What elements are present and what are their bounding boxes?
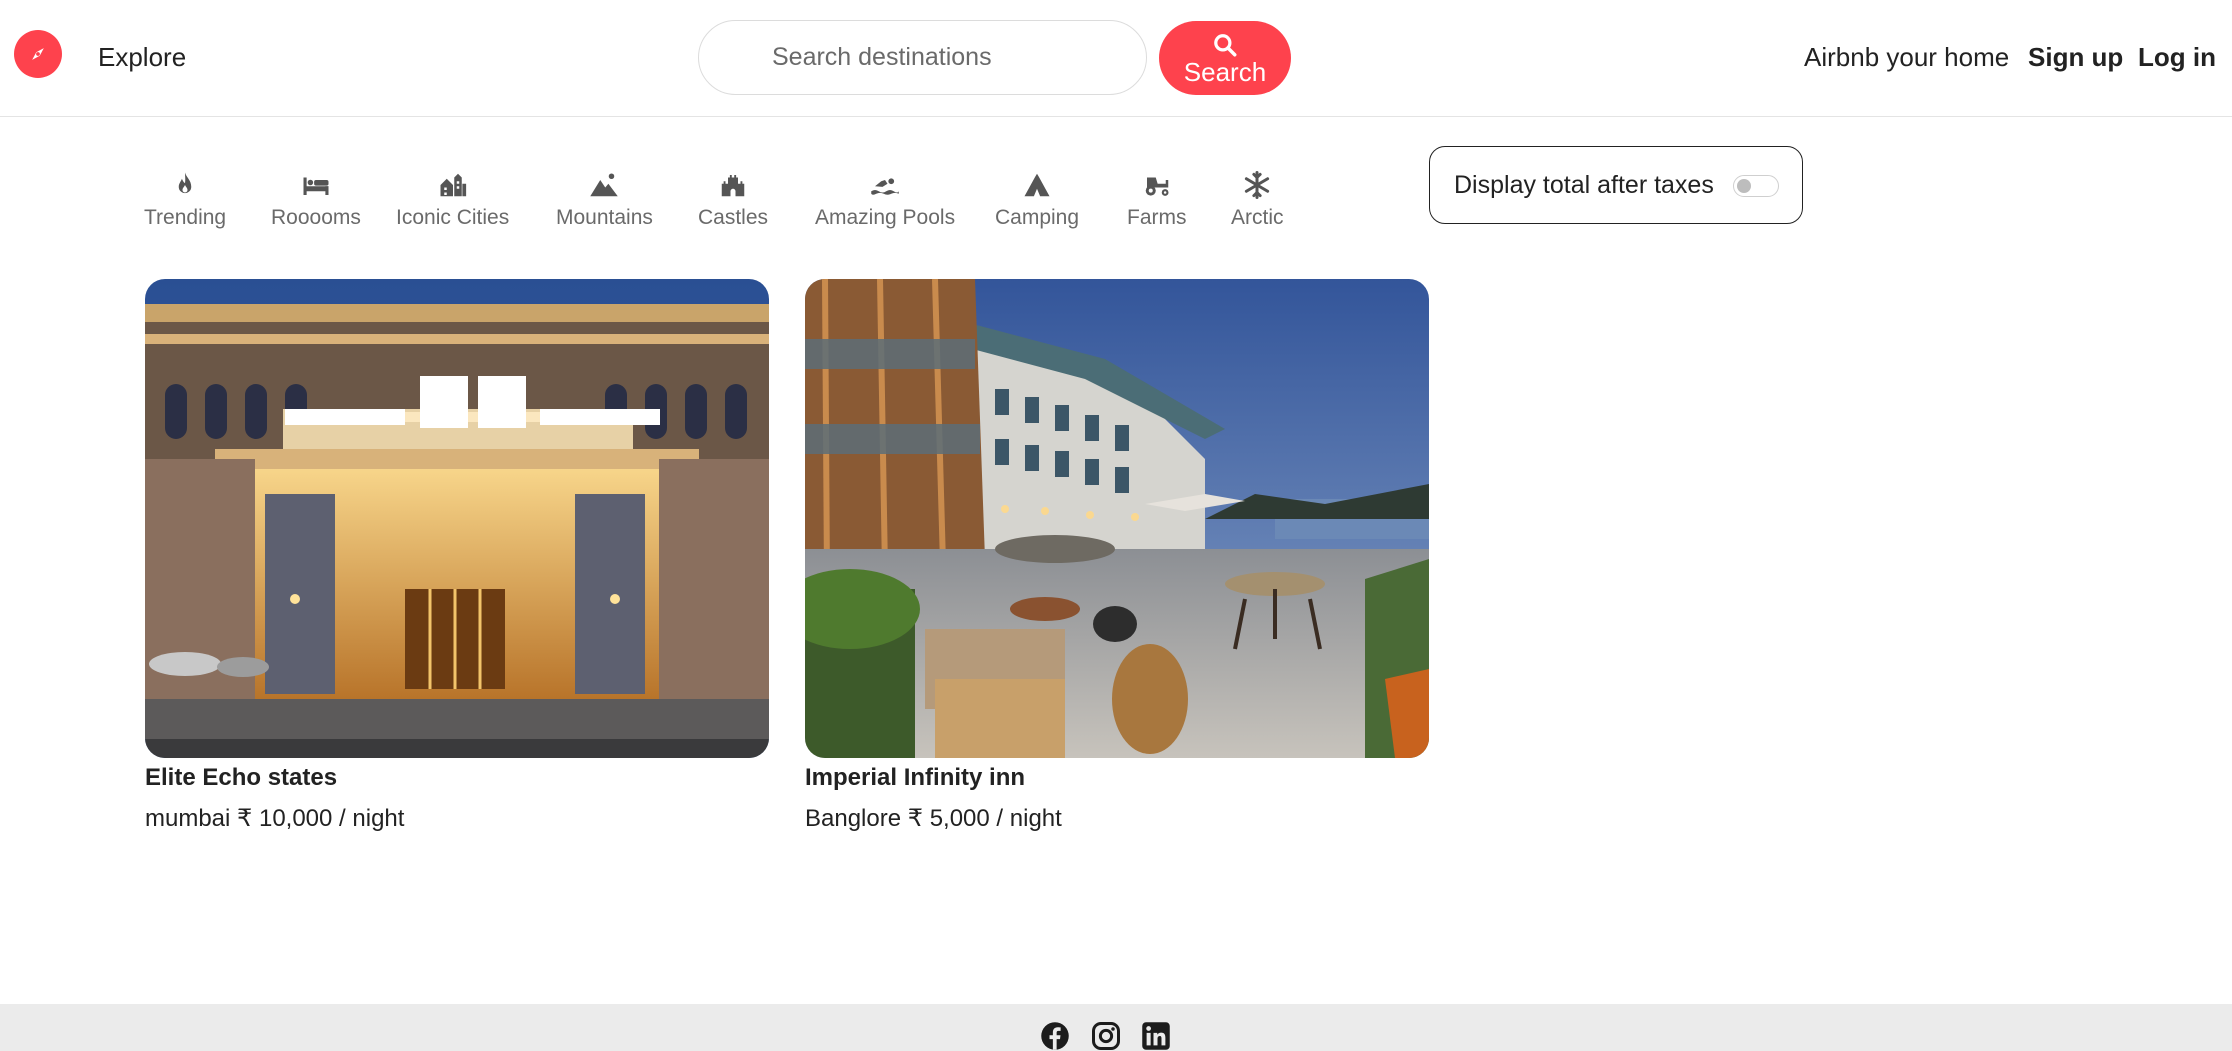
filter-castles[interactable]: Castles bbox=[698, 170, 768, 230]
mountain-icon bbox=[590, 173, 619, 197]
listing-price-unit: / night bbox=[339, 805, 405, 832]
listing-location: Banglore bbox=[805, 805, 902, 832]
filter-amazing-pools[interactable]: Amazing Pools bbox=[815, 170, 955, 230]
filter-label: Rooooms bbox=[271, 206, 361, 229]
facebook-link[interactable] bbox=[1040, 1021, 1070, 1051]
fire-icon bbox=[178, 172, 192, 194]
filter-label: Castles bbox=[698, 206, 769, 229]
listing-price: ₹ 5,000 bbox=[907, 805, 990, 832]
search-button-label: Search bbox=[1183, 57, 1267, 87]
listing-image-hotel-entrance[interactable] bbox=[145, 279, 769, 758]
listing-title[interactable]: Imperial Infinity inn bbox=[805, 764, 1429, 792]
footer bbox=[0, 1004, 2232, 1051]
tractor-icon bbox=[1145, 177, 1169, 196]
listing-card[interactable]: Elite Echo states mumbai ₹ 10,000 / nigh… bbox=[145, 279, 769, 833]
listing-image-terrace[interactable] bbox=[805, 279, 1429, 758]
listing-price-line: Banglore ₹ 5,000 / night bbox=[805, 804, 1429, 833]
instagram-link[interactable] bbox=[1091, 1021, 1121, 1051]
explore-link[interactable]: Explore bbox=[98, 42, 186, 73]
search-input[interactable]: Search destinations bbox=[698, 20, 1147, 95]
filter-farms[interactable]: Farms bbox=[1127, 170, 1187, 230]
tax-toggle-box[interactable]: Display total after taxes bbox=[1429, 146, 1803, 224]
filter-label: Camping bbox=[995, 206, 1080, 229]
filter-arctic[interactable]: Arctic bbox=[1231, 170, 1284, 230]
signup-link[interactable]: Sign up bbox=[2028, 42, 2123, 73]
listing-location: mumbai bbox=[145, 805, 231, 832]
compass-icon bbox=[32, 48, 44, 60]
filter-mountains[interactable]: Mountains bbox=[556, 170, 653, 230]
listing-price-unit: / night bbox=[996, 805, 1062, 832]
search-button[interactable]: Search bbox=[1159, 21, 1291, 95]
navbar: Explore Search destinations Search Airbn… bbox=[0, 0, 2232, 117]
listing-price: ₹ 10,000 bbox=[237, 805, 333, 832]
login-link[interactable]: Log in bbox=[2138, 42, 2216, 73]
listing-price-line: mumbai ₹ 10,000 / night bbox=[145, 804, 769, 833]
filter-label: Farms bbox=[1127, 206, 1187, 229]
airbnb-your-home-link[interactable]: Airbnb your home bbox=[1804, 42, 2009, 73]
filter-camping[interactable]: Camping bbox=[995, 170, 1079, 230]
listing-card[interactable]: Imperial Infinity inn Banglore ₹ 5,000 /… bbox=[805, 279, 1429, 833]
instagram-icon bbox=[1092, 1022, 1120, 1050]
castle-icon bbox=[721, 175, 745, 197]
bed-icon bbox=[303, 177, 329, 195]
tax-toggle-label: Display total after taxes bbox=[1454, 170, 1714, 199]
filter-label: Iconic Cities bbox=[396, 206, 510, 229]
filter-label: Arctic bbox=[1231, 206, 1284, 229]
snowflake-icon bbox=[1245, 171, 1270, 199]
search-icon bbox=[1214, 34, 1237, 57]
filter-label: Mountains bbox=[556, 206, 653, 229]
compass-logo-icon[interactable] bbox=[14, 30, 62, 78]
filter-label: Trending bbox=[144, 206, 227, 229]
filter-iconic-cities[interactable]: Iconic Cities bbox=[396, 170, 509, 230]
filter-label: Amazing Pools bbox=[815, 206, 956, 229]
filter-rooms[interactable]: Rooooms bbox=[271, 170, 361, 230]
toggle-knob bbox=[1737, 179, 1751, 193]
hotel-entrance-image bbox=[145, 279, 769, 758]
city-icon bbox=[440, 173, 466, 197]
tax-toggle-switch[interactable] bbox=[1733, 175, 1779, 197]
filter-trending[interactable]: Trending bbox=[144, 170, 226, 230]
facebook-icon bbox=[1041, 1022, 1069, 1050]
linkedin-link[interactable] bbox=[1141, 1021, 1171, 1051]
listing-title[interactable]: Elite Echo states bbox=[145, 764, 769, 792]
tent-icon bbox=[1024, 173, 1050, 197]
swimmer-icon bbox=[871, 178, 899, 195]
linkedin-icon bbox=[1142, 1022, 1170, 1050]
hotel-terrace-image bbox=[805, 279, 1429, 758]
